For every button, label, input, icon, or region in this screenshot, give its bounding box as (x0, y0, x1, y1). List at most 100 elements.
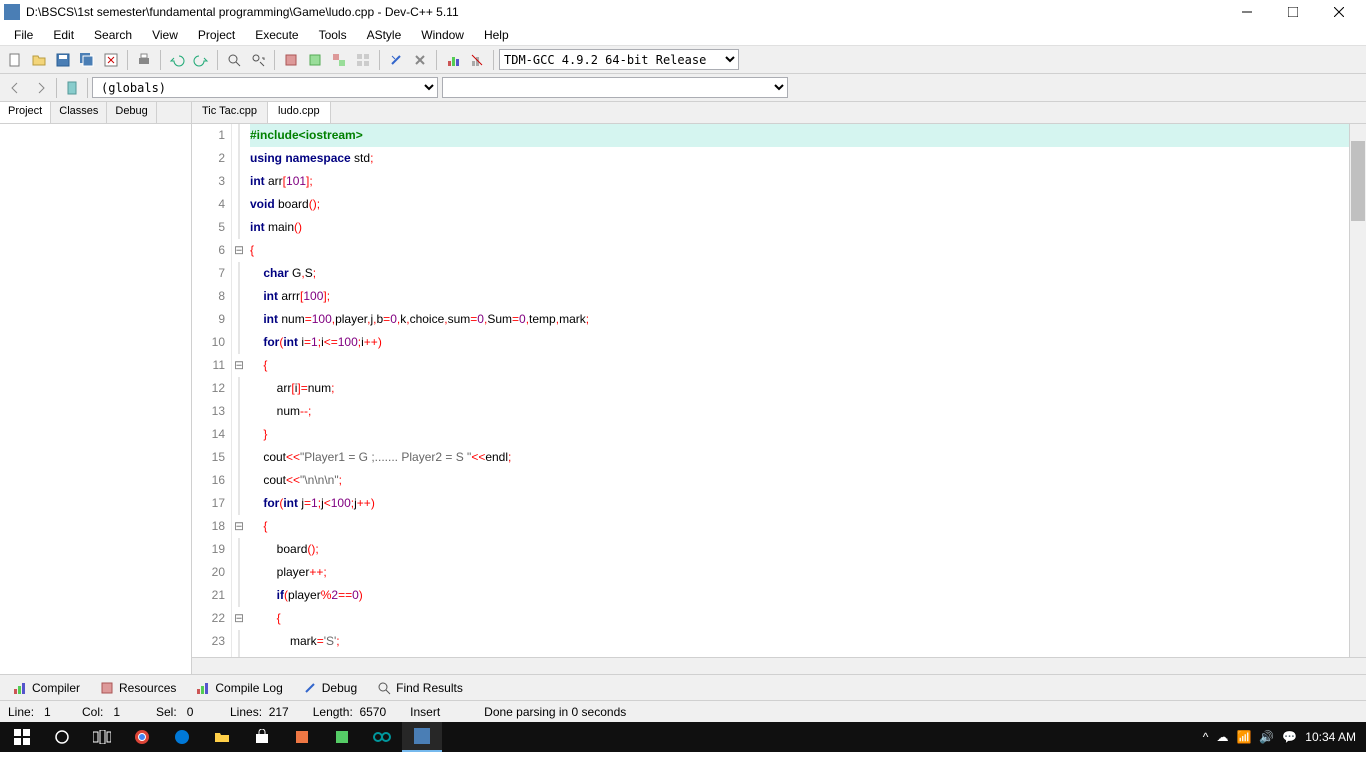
start-button[interactable] (2, 722, 42, 752)
debug-button[interactable] (385, 49, 407, 71)
wifi-icon[interactable]: 📶 (1236, 730, 1251, 744)
status-col: 1 (113, 705, 120, 719)
scope-select[interactable]: (globals) (92, 77, 438, 98)
store-icon[interactable] (242, 722, 282, 752)
goto-prev-button[interactable] (4, 77, 26, 99)
sidetab-debug[interactable]: Debug (107, 102, 156, 123)
menu-window[interactable]: Window (411, 26, 474, 44)
main-area: ProjectClassesDebug Tic Tac.cppludo.cpp … (0, 102, 1366, 674)
open-button[interactable] (28, 49, 50, 71)
bottomtab-resources[interactable]: Resources (91, 677, 185, 699)
stop-button[interactable] (409, 49, 431, 71)
bottomtab-findresults[interactable]: Find Results (368, 677, 472, 699)
toggle-bookmark-button[interactable] (61, 77, 83, 99)
rebuild-button[interactable] (352, 49, 374, 71)
save-button[interactable] (52, 49, 74, 71)
edge-icon[interactable] (162, 722, 202, 752)
profile-button[interactable] (442, 49, 464, 71)
line-gutter: 123456789101112131415161718192021222324 (192, 124, 232, 657)
volume-icon[interactable]: 🔊 (1259, 730, 1274, 744)
status-line-label: Line: (8, 705, 34, 719)
app-icon (4, 4, 20, 20)
compile-button[interactable] (280, 49, 302, 71)
menu-help[interactable]: Help (474, 26, 519, 44)
cortana-icon[interactable] (42, 722, 82, 752)
tray-up-icon[interactable]: ^ (1203, 730, 1209, 744)
close-file-button[interactable] (100, 49, 122, 71)
code-editor[interactable]: #include<iostream>using namespace std;in… (246, 124, 1349, 657)
status-lines-label: Lines: (230, 705, 262, 719)
bottomtab-compiler[interactable]: Compiler (4, 677, 89, 699)
statusbar: Line: 1 Col: 1 Sel: 0 Lines: 217 Length:… (0, 700, 1366, 722)
replace-button[interactable] (247, 49, 269, 71)
fold-column[interactable]: ⊟⊟⊟⊟ (232, 124, 246, 657)
chrome-icon[interactable] (122, 722, 162, 752)
compiler-icon (13, 681, 27, 695)
sidebar-tabs: ProjectClassesDebug (0, 102, 191, 124)
window-title: D:\BSCS\1st semester\fundamental program… (26, 5, 1224, 19)
redo-button[interactable] (190, 49, 212, 71)
notifications-icon[interactable]: 💬 (1282, 730, 1297, 744)
status-sel-label: Sel: (156, 705, 177, 719)
app2-icon[interactable] (322, 722, 362, 752)
goto-next-button[interactable] (30, 77, 52, 99)
maximize-button[interactable] (1270, 0, 1316, 24)
horizontal-scrollbar[interactable] (192, 657, 1366, 674)
menu-view[interactable]: View (142, 26, 188, 44)
filetab-1[interactable]: ludo.cpp (268, 102, 331, 123)
sidebar: ProjectClassesDebug (0, 102, 192, 674)
menu-file[interactable]: File (4, 26, 43, 44)
minimize-button[interactable] (1224, 0, 1270, 24)
editor-area: Tic Tac.cppludo.cpp 12345678910111213141… (192, 102, 1366, 674)
close-button[interactable] (1316, 0, 1362, 24)
menu-edit[interactable]: Edit (43, 26, 84, 44)
find-button[interactable] (223, 49, 245, 71)
status-sel: 0 (187, 705, 194, 719)
new-file-button[interactable] (4, 49, 26, 71)
resources-icon (100, 681, 114, 695)
titlebar: D:\BSCS\1st semester\fundamental program… (0, 0, 1366, 24)
undo-button[interactable] (166, 49, 188, 71)
compilelog-icon (196, 681, 210, 695)
save-all-button[interactable] (76, 49, 98, 71)
sidetab-project[interactable]: Project (0, 102, 51, 123)
status-lines: 217 (269, 705, 289, 719)
menu-tools[interactable]: Tools (309, 26, 357, 44)
findresults-icon (377, 681, 391, 695)
sidetab-classes[interactable]: Classes (51, 102, 107, 123)
run-button[interactable] (304, 49, 326, 71)
app1-icon[interactable] (282, 722, 322, 752)
menu-search[interactable]: Search (84, 26, 142, 44)
bottomtab-debug[interactable]: Debug (294, 677, 366, 699)
status-length-label: Length: (313, 705, 353, 719)
member-select[interactable] (442, 77, 788, 98)
file-tabs: Tic Tac.cppludo.cpp (192, 102, 1366, 124)
menu-execute[interactable]: Execute (245, 26, 308, 44)
devcpp-taskbar-icon[interactable] (402, 722, 442, 752)
menu-astyle[interactable]: AStyle (357, 26, 412, 44)
status-mode: Insert (410, 705, 460, 719)
toolbar: TDM-GCC 4.9.2 64-bit Release (0, 46, 1366, 74)
clock[interactable]: 10:34 AM (1305, 730, 1356, 744)
vertical-scrollbar[interactable] (1349, 124, 1366, 657)
bottom-panel-tabs: CompilerResourcesCompile LogDebugFind Re… (0, 674, 1366, 700)
print-button[interactable] (133, 49, 155, 71)
status-length: 6570 (359, 705, 386, 719)
arduino-icon[interactable] (362, 722, 402, 752)
delete-profile-button[interactable] (466, 49, 488, 71)
status-parse: Done parsing in 0 seconds (484, 705, 1358, 719)
menubar: FileEditSearchViewProjectExecuteToolsASt… (0, 24, 1366, 46)
debug-icon (303, 681, 317, 695)
compiler-select[interactable]: TDM-GCC 4.9.2 64-bit Release (499, 49, 739, 70)
filetab-0[interactable]: Tic Tac.cpp (192, 102, 268, 123)
taskbar: ^ ☁ 📶 🔊 💬 10:34 AM (0, 722, 1366, 752)
bottomtab-compilelog[interactable]: Compile Log (187, 677, 291, 699)
menu-project[interactable]: Project (188, 26, 245, 44)
explorer-icon[interactable] (202, 722, 242, 752)
compile-run-button[interactable] (328, 49, 350, 71)
taskview-icon[interactable] (82, 722, 122, 752)
cloud-icon[interactable]: ☁ (1216, 730, 1228, 744)
sidebar-content (0, 124, 191, 674)
system-tray[interactable]: ^ ☁ 📶 🔊 💬 10:34 AM (1195, 730, 1364, 744)
navigation-bar: (globals) (0, 74, 1366, 102)
